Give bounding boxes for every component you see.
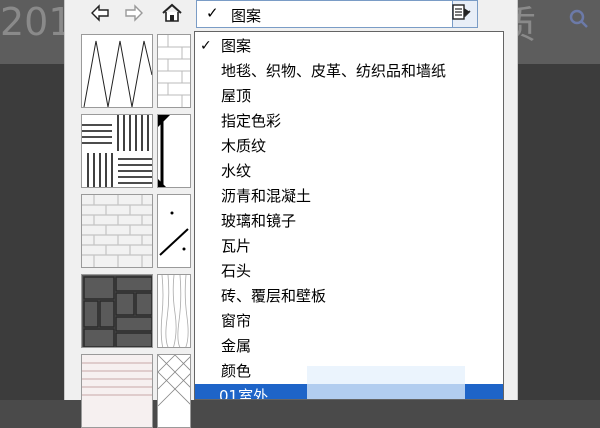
dropdown-item-water[interactable]: 水纹 bbox=[195, 159, 503, 184]
dropdown-item-label: 瓦片 bbox=[221, 237, 252, 255]
dropdown-item-label: 颜色 bbox=[221, 362, 252, 380]
dropdown-item-stone[interactable]: 石头 bbox=[195, 259, 503, 284]
screen-glare bbox=[307, 366, 465, 399]
dropdown-item-label: 水纹 bbox=[221, 162, 252, 180]
combo-selected-value: 图案 bbox=[231, 7, 262, 25]
dropdown-item-wood-grain[interactable]: 木质纹 bbox=[195, 134, 503, 159]
light-brick-pattern-thumb[interactable] bbox=[157, 34, 191, 108]
dropdown-item-glass-mirrors[interactable]: 玻璃和镜子 bbox=[195, 209, 503, 234]
brick-pattern-thumb[interactable] bbox=[81, 194, 153, 268]
dropdown-item-label: 01室外 bbox=[219, 387, 269, 400]
dropdown-item-specified-colors[interactable]: 指定色彩 bbox=[195, 109, 503, 134]
dropdown-item-label: 屋顶 bbox=[221, 87, 252, 105]
dropdown-item-label: 玻璃和镜子 bbox=[221, 212, 297, 230]
home-icon[interactable] bbox=[159, 0, 185, 26]
dropdown-item-tile[interactable]: 瓦片 bbox=[195, 234, 503, 259]
dropdown-item-label: 石头 bbox=[221, 262, 252, 280]
diagonal-dash-pattern-thumb[interactable] bbox=[157, 194, 191, 268]
wood-grain-pattern-thumb[interactable] bbox=[157, 274, 191, 348]
category-dropdown-list: ✓ 图案 地毯、织物、皮革、纺织品和墙纸 屋顶 指定色彩 木质纹 水纹 沥青和混… bbox=[194, 31, 504, 400]
dropdown-item-label: 木质纹 bbox=[221, 137, 267, 155]
dropdown-item-carpet-fabric[interactable]: 地毯、织物、皮革、纺织品和墙纸 bbox=[195, 59, 503, 84]
materials-toolbar: ✓ 图案 bbox=[65, 0, 517, 30]
roof-tile-pattern-thumb[interactable] bbox=[81, 354, 153, 428]
dropdown-item-label: 砖、覆层和壁板 bbox=[221, 287, 327, 305]
dropdown-item-label: 图案 bbox=[221, 37, 252, 55]
search-icon bbox=[568, 8, 590, 35]
dropdown-item-metal[interactable]: 金属 bbox=[195, 334, 503, 359]
dropdown-item-roofing[interactable]: 屋顶 bbox=[195, 84, 503, 109]
dropdown-item-brick-cladding[interactable]: 砖、覆层和壁板 bbox=[195, 284, 503, 309]
dark-stone-pattern-thumb[interactable] bbox=[81, 274, 153, 348]
dropdown-item-label: 地毯、织物、皮革、纺织品和墙纸 bbox=[221, 62, 447, 80]
pattern-thumbnails bbox=[81, 34, 195, 428]
dropdown-item-curtains[interactable]: 窗帘 bbox=[195, 309, 503, 334]
forward-arrow-icon[interactable] bbox=[121, 0, 147, 26]
corner-triangle-pattern-thumb[interactable] bbox=[157, 114, 191, 188]
dropdown-item-label: 指定色彩 bbox=[221, 112, 282, 130]
combo-check-icon: ✓ bbox=[206, 4, 219, 22]
crosshatch-pattern-thumb[interactable] bbox=[157, 354, 191, 428]
background-title-left: 201 bbox=[0, 0, 73, 44]
herringbone-pattern-thumb[interactable] bbox=[81, 114, 153, 188]
dropdown-item-label: 金属 bbox=[221, 337, 252, 355]
check-icon: ✓ bbox=[200, 38, 212, 54]
dropdown-item-label: 沥青和混凝土 bbox=[221, 187, 312, 205]
zigzag-pattern-thumb[interactable] bbox=[81, 34, 153, 108]
category-combobox[interactable]: ✓ 图案 bbox=[196, 0, 478, 28]
back-arrow-icon[interactable] bbox=[87, 0, 113, 26]
menu-flyout-icon[interactable] bbox=[449, 0, 473, 24]
dropdown-item-label: 窗帘 bbox=[221, 312, 252, 330]
dropdown-item-pattern[interactable]: ✓ 图案 bbox=[195, 34, 503, 59]
dropdown-item-asphalt-concrete[interactable]: 沥青和混凝土 bbox=[195, 184, 503, 209]
